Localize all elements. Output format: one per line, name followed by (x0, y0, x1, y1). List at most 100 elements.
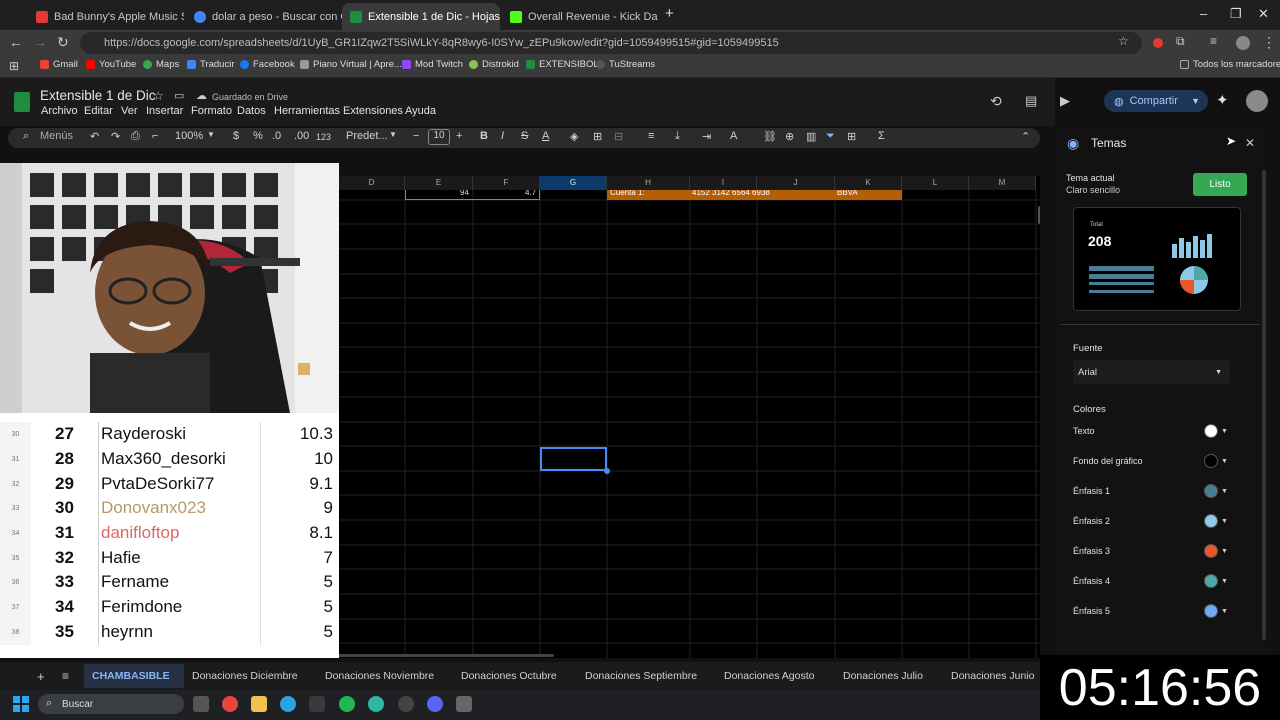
minimize-icon[interactable]: – (1200, 6, 1207, 21)
comments-icon[interactable]: ▤ (1025, 93, 1037, 109)
column-header-h[interactable]: H (607, 176, 690, 190)
column-header-k[interactable]: K (835, 176, 902, 190)
bookmark-youtube[interactable]: YouTube (86, 59, 136, 70)
bookmark-piano[interactable]: Piano Virtual | Apre... (300, 59, 402, 70)
comment-icon[interactable]: ⊕ (785, 130, 794, 143)
menu-search-input[interactable]: Menús (40, 130, 73, 142)
column-header-j[interactable]: J (757, 176, 835, 190)
print-icon[interactable]: ⎙ (131, 130, 140, 143)
column-header-m[interactable]: M (969, 176, 1036, 190)
menu-ayuda[interactable]: Ayuda (405, 105, 436, 117)
sheet-tab-diciembre[interactable]: Donaciones Diciembre (192, 670, 298, 682)
link-icon[interactable]: ⛓ (763, 130, 777, 143)
table-row[interactable]: 38 35 heyrnn 5 (0, 620, 339, 645)
sheet-tab-julio[interactable]: Donaciones Julio (843, 670, 923, 682)
chrome-icon[interactable] (222, 696, 238, 712)
column-header-i[interactable]: I (690, 176, 757, 190)
forward-icon[interactable]: → (33, 34, 47, 50)
sheet-tab-noviembre[interactable]: Donaciones Noviembre (325, 670, 434, 682)
bookmark-mod-twitch[interactable]: Mod Twitch (402, 59, 463, 70)
star-icon[interactable]: ☆ (153, 89, 164, 103)
sheet-tab-junio[interactable]: Donaciones Junio (951, 670, 1034, 682)
sheets-logo-icon[interactable] (14, 92, 30, 112)
maximize-icon[interactable]: ❐ (1230, 6, 1242, 22)
strikethrough-icon[interactable]: S (521, 130, 528, 142)
functions-icon[interactable]: Σ (878, 130, 885, 142)
fill-color-icon[interactable]: ◈ (570, 130, 578, 143)
collapse-menu-icon[interactable]: ⌃ (1021, 130, 1030, 143)
menu-extensiones[interactable]: Extensiones (343, 105, 403, 117)
all-bookmarks[interactable]: Todos los marcadores (1180, 59, 1280, 70)
menu-archivo[interactable]: Archivo (41, 105, 78, 117)
windows-start-icon[interactable] (13, 696, 29, 712)
column-header-e[interactable]: E (405, 176, 473, 190)
chevron-down-icon[interactable]: ▼ (207, 130, 215, 139)
bookmark-facebook[interactable]: Facebook (240, 59, 295, 70)
paint-format-icon[interactable]: ⌐ (152, 130, 158, 142)
font-select[interactable]: Predet... (346, 130, 388, 142)
browser-tab[interactable]: Overall Revenue - Kick Dashboa ✕ (502, 3, 658, 30)
bookmark-tustreams[interactable]: TuStreams (596, 59, 655, 70)
document-title[interactable]: Extensible 1 de Dic (40, 88, 156, 103)
chevron-down-icon[interactable]: ▼ (389, 130, 397, 139)
extensions-puzzle-icon[interactable]: ⧉ (1176, 34, 1185, 49)
browser-tab[interactable]: dolar a peso - Buscar con Goog ✕ (186, 3, 342, 30)
decrease-decimal-button[interactable]: .0 (272, 130, 281, 142)
apps-grid-icon[interactable]: ⊞ (9, 59, 19, 73)
close-window-icon[interactable]: ✕ (1258, 6, 1269, 22)
color-picker-enfasis-1[interactable]: ▼ (1204, 484, 1228, 498)
new-tab-icon[interactable]: + (665, 5, 674, 22)
font-size-input[interactable]: 10 (428, 129, 450, 145)
filter-views-icon[interactable]: ⊞ (847, 130, 856, 143)
font-size-minus-icon[interactable]: − (413, 130, 419, 142)
column-header-l[interactable]: L (902, 176, 969, 190)
discord-icon[interactable] (427, 696, 443, 712)
text-wrap-icon[interactable]: ⇥ (702, 130, 711, 143)
share-button[interactable]: ◍ Compartir ▼ (1104, 90, 1208, 112)
sheet-tab-septiembre[interactable]: Donaciones Septiembre (585, 670, 697, 682)
reload-icon[interactable]: ↻ (57, 34, 69, 51)
more-menu-icon[interactable]: ⋮ (1262, 34, 1276, 51)
vertical-align-icon[interactable]: ⤓ (675, 130, 680, 143)
calculator-icon[interactable] (456, 696, 472, 712)
color-picker-enfasis-4[interactable]: ▼ (1204, 574, 1228, 588)
vertical-scrollbar[interactable] (1038, 206, 1040, 224)
align-left-icon[interactable]: ≡ (648, 130, 654, 142)
bookmark-maps[interactable]: Maps (143, 59, 179, 70)
history-icon[interactable]: ⟲ (990, 93, 1002, 110)
redo-icon[interactable]: ↷ (111, 130, 120, 143)
taskbar-search[interactable]: ⌕ Buscar (38, 694, 184, 714)
all-sheets-icon[interactable]: ≡ (62, 669, 69, 683)
italic-icon[interactable]: I (501, 130, 504, 142)
user-avatar[interactable] (1246, 90, 1268, 112)
bookmark-extensibol[interactable]: EXTENSIBOL (526, 59, 599, 70)
menu-datos[interactable]: Datos (237, 105, 266, 117)
filter-icon[interactable]: ⏷ (826, 130, 835, 143)
chart-icon[interactable]: ▥ (806, 130, 816, 143)
gemini-icon[interactable]: ✦ (1216, 91, 1229, 109)
color-picker-fondo[interactable]: ▼ (1204, 454, 1228, 468)
column-header-d[interactable]: D (339, 176, 405, 190)
table-row[interactable]: 37 34 Ferimdone 5 (0, 595, 339, 620)
column-header-f[interactable]: F (473, 176, 540, 190)
browser-tab[interactable]: Bad Bunny's Apple Music Super ✕ (28, 3, 184, 30)
table-row[interactable]: 30 27 Rayderoski 10.3 (0, 422, 339, 447)
color-picker-enfasis-2[interactable]: ▼ (1204, 514, 1228, 528)
table-row[interactable]: 36 33 Fername 5 (0, 570, 339, 595)
done-button[interactable]: Listo (1193, 173, 1247, 196)
capcut-icon[interactable] (309, 696, 325, 712)
undo-icon[interactable]: ↶ (90, 130, 99, 143)
menu-herramientas[interactable]: Herramientas (274, 105, 340, 117)
text-rotation-icon[interactable]: A (730, 130, 737, 142)
url-field[interactable]: https://docs.google.com/spreadsheets/d/1… (80, 32, 1142, 54)
close-panel-icon[interactable]: ✕ (1245, 136, 1255, 150)
bookmark-star-icon[interactable]: ☆ (1118, 34, 1129, 48)
bold-icon[interactable]: B (480, 130, 488, 142)
media-icon[interactable]: ≡ (1210, 34, 1217, 48)
sheet-tab-chambasible[interactable]: CHAMBASIBLE (92, 670, 170, 682)
table-row[interactable]: 32 29 PvtaDeSorki77 9.1 (0, 472, 339, 497)
table-row[interactable]: 33 30 Donovanx023 9 (0, 496, 339, 521)
menu-formato[interactable]: Formato (191, 105, 232, 117)
color-picker-enfasis-5[interactable]: ▼ (1204, 604, 1228, 618)
menu-insertar[interactable]: Insertar (146, 105, 183, 117)
